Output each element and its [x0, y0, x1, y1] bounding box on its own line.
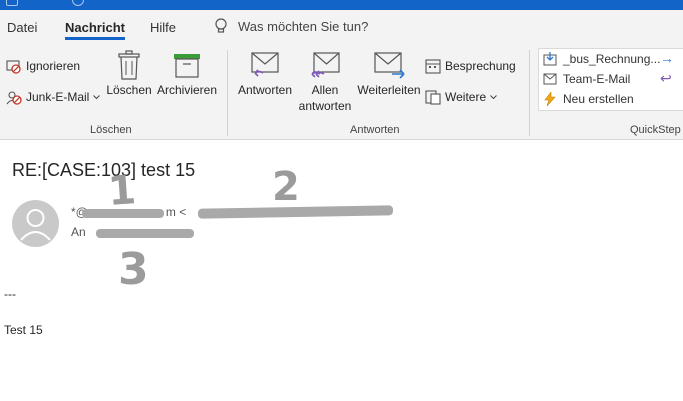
archive-label: Archivieren — [156, 83, 218, 97]
more-label: Weitere — [445, 90, 487, 104]
group-divider — [529, 50, 530, 136]
reply-icon — [251, 52, 279, 77]
junk-icon — [6, 91, 22, 105]
quickstep-label: _bus_Rechnung... — [563, 52, 661, 66]
archive-button[interactable]: Archivieren — [155, 48, 219, 98]
reply-button[interactable]: Antworten — [235, 48, 295, 98]
reply-all-label-2: antworten — [298, 99, 352, 113]
calendar-icon — [425, 59, 441, 74]
reply-arrow-icon[interactable]: ↩ — [660, 70, 672, 87]
person-icon — [20, 209, 51, 241]
message-subject: RE:[CASE:103] test 15 — [12, 160, 196, 180]
archive-icon — [174, 54, 200, 78]
ignore-icon — [6, 60, 21, 74]
forward-label: Weiterleiten — [357, 83, 421, 97]
lightbulb-icon — [215, 18, 227, 33]
ribbon: Ignorieren Junk-E-Mail Löschen Archivier… — [0, 44, 683, 140]
group-label-quicksteps: QuickStep — [630, 124, 681, 136]
quickstep-item[interactable]: Team-E-Mail — [543, 72, 630, 86]
annotation-number: 2 — [272, 164, 300, 210]
sender-fragment: m — [165, 205, 176, 219]
tell-me-search[interactable]: Was möchten Sie tun? — [214, 18, 368, 34]
to-label: An — [71, 225, 86, 239]
quickstep-item[interactable]: Neu erstellen — [543, 92, 634, 106]
forward-icon — [374, 52, 405, 79]
group-divider — [227, 50, 228, 136]
sender-fragment: < — [179, 205, 187, 219]
reply-all-icon — [311, 52, 340, 78]
junk-mail-button[interactable]: Junk-E-Mail — [6, 89, 101, 105]
tab-file[interactable]: Datei — [7, 20, 37, 35]
more-respond-icon — [425, 90, 441, 105]
message-body-line: Test 15 — [4, 323, 43, 337]
sync-icon[interactable] — [72, 0, 84, 6]
junk-label: Junk-E-Mail — [26, 90, 90, 104]
lightning-icon — [544, 92, 556, 106]
more-respond-button[interactable]: Weitere — [425, 89, 497, 105]
trash-icon — [118, 50, 140, 80]
quickstep-item[interactable]: _bus_Rechnung... — [543, 52, 660, 66]
forward-button[interactable]: Weiterleiten — [355, 48, 423, 98]
delete-label: Löschen — [106, 83, 152, 97]
annotation-number: 1 — [106, 167, 138, 215]
message-body-line: --- — [4, 287, 16, 301]
menu-bar: Datei Nachricht Hilfe Was möchten Sie tu… — [0, 10, 683, 44]
redaction-mark — [96, 229, 194, 238]
annotation-number: 3 — [118, 244, 149, 295]
chevron-down-icon — [93, 94, 101, 99]
ignore-button[interactable]: Ignorieren — [6, 58, 80, 74]
move-to-folder-icon — [543, 52, 557, 66]
avatar — [12, 200, 59, 247]
tab-help[interactable]: Hilfe — [150, 20, 176, 35]
group-label-delete: Löschen — [90, 124, 132, 136]
group-label-respond: Antworten — [350, 124, 400, 136]
tab-message[interactable]: Nachricht — [65, 20, 125, 40]
reply-all-label-1: Allen — [311, 83, 339, 97]
quickstep-label: Neu erstellen — [563, 92, 634, 106]
customize-icon[interactable] — [130, 0, 138, 6]
reply-label: Antworten — [237, 83, 293, 97]
chevron-down-icon — [490, 94, 497, 99]
ignore-label: Ignorieren — [26, 59, 81, 73]
forward-arrow-icon[interactable]: → — [660, 50, 674, 66]
meeting-button[interactable]: Besprechung — [425, 58, 516, 74]
title-bar — [0, 0, 683, 10]
meeting-label: Besprechung — [445, 59, 516, 73]
quickstep-label: Team-E-Mail — [563, 72, 631, 86]
tell-me-text: Was möchten Sie tun? — [238, 18, 369, 34]
reply-all-button[interactable]: Allen antworten — [296, 48, 354, 114]
envelope-icon — [543, 73, 557, 85]
save-icon[interactable] — [6, 0, 18, 6]
delete-button[interactable]: Löschen — [105, 48, 153, 98]
